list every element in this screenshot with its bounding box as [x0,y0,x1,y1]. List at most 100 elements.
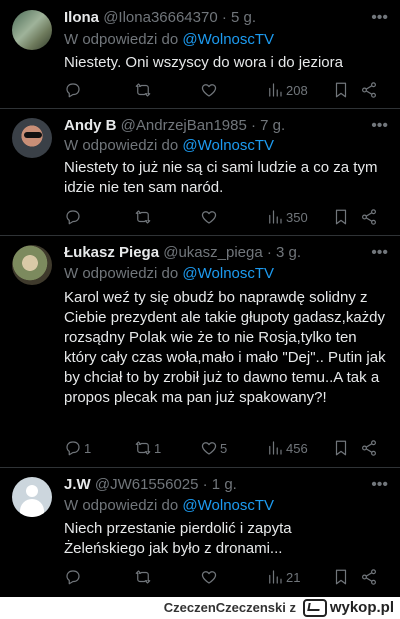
reply-tweet[interactable]: Łukasz Piega @ukasz_piega · 3 g. ••• W o… [0,235,400,468]
views-button[interactable]: 456 [266,438,308,458]
mention-link[interactable]: @WolnoscTV [182,31,274,48]
author-handle[interactable]: @JW61556025 [95,476,199,493]
bookmark-icon [335,209,347,225]
more-options-icon[interactable]: ••• [371,475,388,495]
like-count: 5 [220,440,228,456]
share-button[interactable] [360,207,378,227]
reply-feed: Ilona @Ilona36664370 · 5 g. ••• W odpowi… [0,0,400,597]
tweet-header: Andy B @AndrzejBan1985 · 7 g. ••• [64,116,388,136]
reply-button[interactable] [64,567,84,587]
heart-icon [201,84,217,97]
more-options-icon[interactable]: ••• [371,116,388,136]
share-button[interactable] [360,80,378,100]
reply-prefix: W odpowiedzi do [64,137,183,154]
tweet-text: Karol weź ty się obudź bo naprawdę solid… [64,289,386,406]
wykop-brand: wykop.pl [329,599,394,616]
bookmark-button[interactable] [332,80,350,100]
retweet-icon [135,83,151,97]
share-icon [362,82,376,98]
like-button[interactable] [200,207,220,227]
share-icon [362,209,376,225]
reply-icon [66,441,80,456]
tweet-text: Niech przestanie pierdolić i zapyta Żele… [64,520,292,557]
share-button[interactable] [360,438,378,458]
retweet-icon [135,210,151,224]
views-count: 208 [286,82,308,98]
share-icon [362,569,376,585]
bookmark-button[interactable] [332,207,350,227]
more-options-icon[interactable]: ••• [371,243,388,263]
reply-context: W odpowiedzi do @WolnoscTV [64,30,274,50]
reply-context: W odpowiedzi do @WolnoscTV [64,264,274,284]
default-avatar-head [26,485,38,497]
views-chart-icon [269,210,282,224]
retweet-button[interactable] [134,207,154,227]
reply-context: W odpowiedzi do @WolnoscTV [64,496,274,516]
author-name[interactable]: Łukasz Piega [64,244,159,261]
views-chart-icon [269,83,282,97]
author-name[interactable]: Ilona [64,9,99,26]
retweet-icon [135,570,151,584]
reply-count: 1 [84,440,92,456]
reply-tweet[interactable]: J.W @JW61556025 · 1 g. ••• W odpowiedzi … [0,467,400,597]
views-count: 456 [286,440,308,456]
timestamp[interactable]: · 1 g. [203,476,237,493]
bookmark-button[interactable] [332,438,350,458]
reply-prefix: W odpowiedzi do [64,497,183,514]
reply-prefix: W odpowiedzi do [64,265,183,282]
heart-icon [201,571,217,584]
tweet-header: Łukasz Piega @ukasz_piega · 3 g. ••• [64,243,388,263]
heart-icon [201,211,217,224]
author-name[interactable]: Andy B [64,117,117,134]
reply-button[interactable] [64,207,84,227]
like-button[interactable] [200,567,220,587]
more-options-icon[interactable]: ••• [371,8,388,28]
reply-button[interactable] [64,80,84,100]
retweet-button[interactable] [134,567,154,587]
views-button[interactable]: 21 [266,567,300,587]
tweet-text: Niestety. Oni wszyscy do wora i do jezio… [64,54,343,71]
reply-button[interactable]: 1 [64,438,91,458]
bookmark-button[interactable] [332,567,350,587]
author-name[interactable]: J.W [64,476,91,493]
tweet-header: J.W @JW61556025 · 1 g. ••• [64,475,388,495]
author-handle[interactable]: @Ilona36664370 [103,9,218,26]
mention-link[interactable]: @WolnoscTV [182,265,274,282]
reply-icon [66,210,80,225]
action-bar: 350 [64,207,386,227]
wykop-logo-icon [302,599,327,617]
watermark-footer: CzeczenCzeczenski z wykop.pl [0,597,400,619]
timestamp[interactable]: · 5 g. [222,9,256,26]
author-handle[interactable]: @AndrzejBan1985 [121,117,247,134]
share-button[interactable] [360,567,378,587]
tweet-text: Niestety to już nie są ci sami ludzie a … [64,159,378,196]
avatar[interactable] [12,10,52,50]
reply-icon [66,83,80,98]
mention-link[interactable]: @WolnoscTV [182,497,274,514]
like-button[interactable]: 5 [200,438,227,458]
retweet-icon [135,441,151,455]
retweet-button[interactable]: 1 [134,438,161,458]
retweet-button[interactable] [134,80,154,100]
like-button[interactable] [200,80,220,100]
bookmark-icon [335,569,347,585]
reply-icon [66,570,80,585]
action-bar: 21 [64,567,386,587]
mention-link[interactable]: @WolnoscTV [182,137,274,154]
views-button[interactable]: 208 [266,80,308,100]
reply-tweet[interactable]: Andy B @AndrzejBan1985 · 7 g. ••• W odpo… [0,108,400,236]
reply-context: W odpowiedzi do @WolnoscTV [64,136,274,156]
bookmark-icon [335,440,347,456]
timestamp[interactable]: · 3 g. [267,244,301,261]
action-bar: 1 1 5 456 [64,438,386,458]
retweet-count: 1 [154,440,162,456]
avatar[interactable] [12,245,52,285]
reply-tweet[interactable]: Ilona @Ilona36664370 · 5 g. ••• W odpowi… [0,0,400,109]
bookmark-icon [335,82,347,98]
author-handle[interactable]: @ukasz_piega [163,244,262,261]
uploader-credit: CzeczenCzeczenski z [164,597,296,619]
avatar[interactable] [12,118,52,158]
timestamp[interactable]: · 7 g. [251,117,285,134]
views-button[interactable]: 350 [266,207,308,227]
avatar[interactable] [12,477,52,517]
